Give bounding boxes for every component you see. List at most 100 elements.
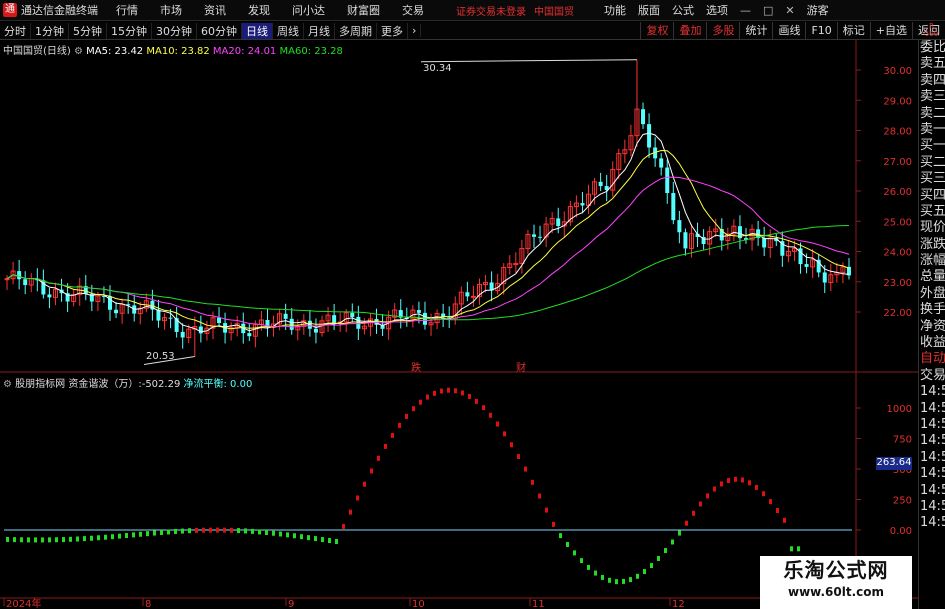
menu-wealth[interactable]: 财富圈 (347, 2, 380, 18)
period-1min[interactable]: 1分钟 (31, 22, 69, 39)
side-panel-item[interactable]: 14:56 (919, 433, 945, 449)
side-panel-item[interactable]: 买四 (919, 188, 945, 204)
candle[interactable] (52, 282, 58, 306)
side-panel-item[interactable]: 14:56 (919, 417, 945, 433)
kline-chart[interactable]: 30.00 29.00 28.00 27.00 26.00 25.00 24.00 23.00… (0, 40, 918, 609)
candle[interactable] (180, 323, 185, 349)
side-panel-item[interactable]: 换手 (919, 302, 945, 318)
side-panel-item[interactable]: 买五 (919, 204, 945, 220)
period-weekly[interactable]: 周线 (273, 22, 304, 39)
period-5min[interactable]: 5分钟 (69, 22, 107, 39)
side-panel-item[interactable]: 卖二 (919, 106, 945, 122)
candle[interactable] (641, 102, 646, 129)
side-panel-item[interactable]: 外盘 (919, 286, 945, 302)
candle[interactable] (556, 207, 561, 234)
guest-label[interactable]: 游客 (807, 2, 829, 18)
period-monthly[interactable]: 月线 (304, 22, 335, 39)
candle[interactable] (665, 159, 670, 204)
candle[interactable] (126, 293, 131, 314)
candle[interactable] (586, 184, 592, 215)
period-timeshare[interactable]: 分时 (0, 22, 31, 39)
restore-icon[interactable]: □ (763, 4, 773, 17)
candle[interactable] (265, 308, 270, 337)
side-panel-item[interactable]: 卖五 (919, 56, 945, 72)
candle[interactable] (543, 216, 549, 248)
side-panel-item[interactable]: 卖三 (919, 89, 945, 105)
side-panel-item[interactable]: 14:56 (919, 499, 945, 515)
candle[interactable] (525, 229, 531, 255)
candle[interactable] (441, 303, 446, 328)
candle[interactable] (567, 200, 573, 226)
side-panel-item[interactable]: 净资 (919, 319, 945, 335)
candle[interactable] (361, 318, 367, 335)
side-panel-item[interactable]: 14:56 (919, 515, 945, 531)
candle[interactable] (634, 59, 640, 147)
side-panel-item[interactable]: 14:56 (919, 401, 945, 417)
period-60min[interactable]: 60分钟 (197, 22, 242, 39)
candle[interactable] (228, 322, 234, 341)
candle[interactable] (798, 242, 803, 274)
side-panel-item[interactable]: 14:56 (919, 450, 945, 466)
candle[interactable] (495, 273, 501, 295)
candle[interactable] (677, 210, 682, 244)
menu-quotes[interactable]: 行情 (116, 2, 138, 18)
candle[interactable] (647, 113, 652, 158)
candle[interactable] (780, 231, 785, 267)
candle[interactable] (476, 278, 482, 305)
candle[interactable] (452, 296, 458, 325)
side-panel-item[interactable]: 14:56 (919, 483, 945, 499)
candle[interactable] (47, 287, 52, 309)
candle[interactable] (810, 249, 816, 279)
candle[interactable] (628, 124, 634, 157)
candle[interactable] (507, 255, 513, 275)
trade-login-warning[interactable]: 证券交易未登录 (456, 3, 526, 18)
candle[interactable] (313, 318, 318, 344)
side-panel-item[interactable]: 委比 (919, 40, 945, 56)
add-watchlist-button[interactable]: +自选 (869, 22, 912, 40)
side-panel-item[interactable]: 卖四 (919, 73, 945, 89)
side-panel-item[interactable]: 14:56 (919, 384, 945, 400)
candle[interactable] (71, 289, 77, 307)
candle[interactable] (610, 161, 616, 197)
candle[interactable] (356, 305, 361, 340)
event-mark-drop[interactable]: 跌 (411, 359, 421, 374)
candle[interactable] (198, 315, 203, 343)
candle[interactable] (604, 174, 609, 202)
candle[interactable] (465, 281, 470, 302)
side-panel-item[interactable]: 总量 (919, 269, 945, 285)
candle[interactable] (392, 303, 398, 322)
candle[interactable] (350, 303, 355, 323)
candle[interactable] (785, 240, 791, 263)
chevron-right-icon[interactable]: › (408, 24, 422, 37)
ma-settings-icon[interactable]: ⚙ (74, 46, 86, 57)
candle[interactable] (332, 304, 337, 330)
side-panel-item[interactable]: 14:56 (919, 466, 945, 482)
period-15min[interactable]: 15分钟 (107, 22, 152, 39)
menu-layout[interactable]: 版面 (638, 2, 660, 18)
candle[interactable] (580, 191, 585, 214)
candle[interactable] (28, 273, 34, 293)
candle[interactable] (343, 309, 349, 333)
candle[interactable] (659, 153, 664, 176)
candle[interactable] (737, 215, 742, 250)
menu-discover[interactable]: 发现 (248, 2, 270, 18)
candle[interactable] (162, 313, 168, 330)
menu-market[interactable]: 市场 (160, 2, 182, 18)
menu-ask[interactable]: 问小达 (292, 2, 325, 18)
menu-news[interactable]: 资讯 (204, 2, 226, 18)
event-mark-finance[interactable]: 财 (516, 359, 526, 374)
candle[interactable] (428, 313, 434, 336)
close-icon[interactable]: ✕ (785, 4, 794, 17)
candle[interactable] (513, 252, 519, 273)
candle[interactable] (762, 226, 767, 257)
menu-formula[interactable]: 公式 (672, 2, 694, 18)
candle[interactable] (828, 263, 834, 292)
candle[interactable] (137, 302, 143, 325)
side-panel-item[interactable]: 现价 (919, 220, 945, 236)
candle[interactable] (671, 181, 676, 225)
candle[interactable] (519, 239, 525, 274)
f10-button[interactable]: F10 (805, 22, 836, 40)
indicator-settings-icon[interactable]: ⚙ (3, 379, 15, 390)
candle[interactable] (77, 277, 83, 306)
side-panel-item[interactable]: 买三 (919, 171, 945, 187)
